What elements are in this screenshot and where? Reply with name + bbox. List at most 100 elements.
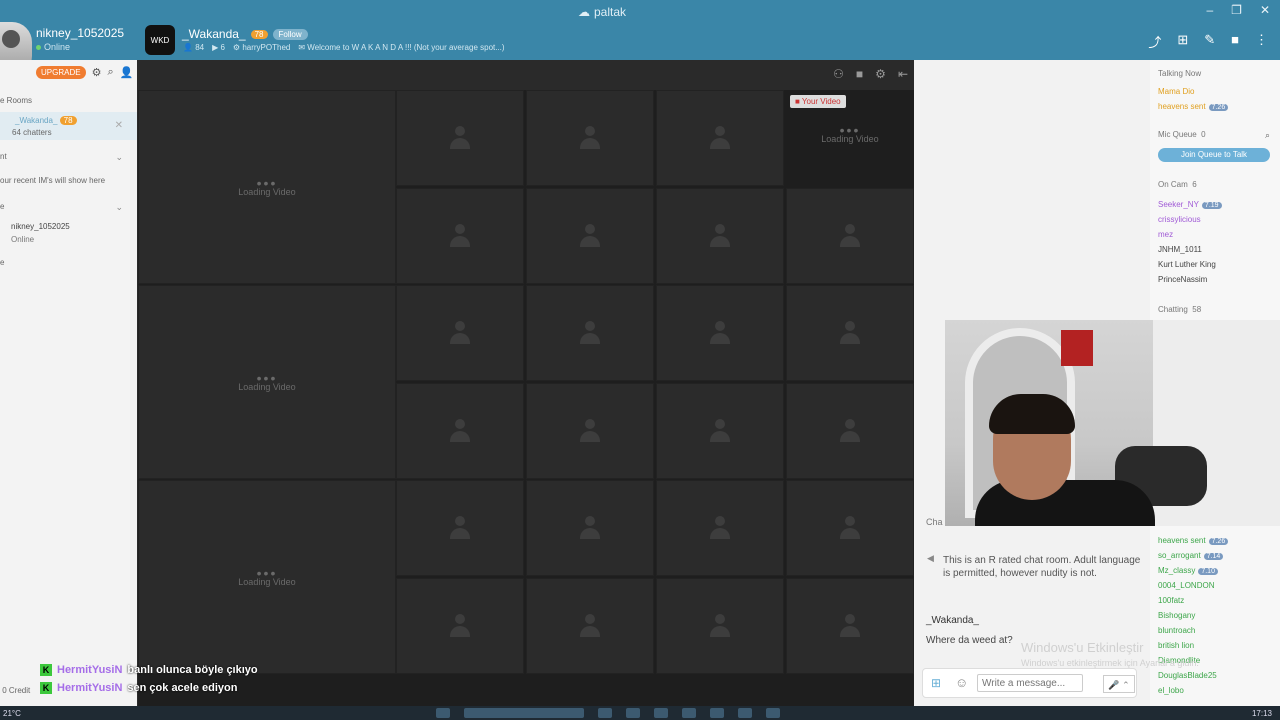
taskbar-search-icon[interactable]	[464, 708, 584, 718]
chrome-icon[interactable]	[682, 708, 696, 718]
add-user-icon[interactable]: 👤	[120, 66, 134, 79]
user-list-item[interactable]: so_arrogant 7.14	[1158, 551, 1224, 560]
video-tile-empty[interactable]	[786, 577, 914, 674]
video-tile-empty[interactable]	[786, 285, 914, 381]
video-tile-empty[interactable]	[526, 90, 654, 186]
weather-widget[interactable]: 21°C	[3, 709, 21, 718]
kick-icon: K	[40, 682, 52, 694]
file-explorer-icon[interactable]	[598, 708, 612, 718]
header-bar: ☁ paltak – ❐ ✕ nikney_1052025 Online WKD…	[0, 0, 1280, 76]
user-list-item[interactable]: el_lobo	[1158, 686, 1184, 695]
gift-icon[interactable]: ⊞	[1177, 32, 1188, 51]
browser-icon[interactable]	[626, 708, 640, 718]
user-list-item[interactable]: bluntroach	[1158, 626, 1195, 635]
camera-icon[interactable]: ■	[1231, 32, 1239, 51]
user-list-item[interactable]: Mama Dio	[1158, 87, 1194, 96]
follow-button[interactable]: Follow	[272, 28, 308, 40]
user-list-item[interactable]: heavens sent 7.26	[1158, 536, 1229, 545]
video-tile-empty[interactable]	[786, 480, 914, 576]
video-tile-empty[interactable]	[526, 480, 654, 576]
video-tile-empty[interactable]	[656, 187, 784, 284]
gear-icon[interactable]: ⚙	[92, 66, 102, 79]
video-tile-empty[interactable]	[396, 285, 524, 381]
video-grid: ⚇ ■ ⚙ ⇤ ••• Loading Video ••• Loading Vide…	[138, 60, 914, 706]
video-tile-empty[interactable]	[396, 382, 524, 479]
search-icon[interactable]: ⌕	[107, 66, 113, 79]
user-list-item[interactable]: PrinceNassim	[1158, 275, 1207, 284]
emoji-icon[interactable]: ☺	[955, 675, 968, 690]
video-tile-empty[interactable]	[396, 480, 524, 576]
video-tile-empty[interactable]	[526, 577, 654, 674]
user-placeholder-icon	[840, 321, 860, 345]
video-tile-large[interactable]: ••• Loading Video	[138, 480, 396, 674]
sidebar-room-wakanda[interactable]: _Wakanda_ 78 64 chatters ✕	[0, 112, 137, 140]
video-tile-large[interactable]: ••• Loading Video	[138, 90, 396, 284]
chat-room-notice: This is an R rated chat room. Adult lang…	[943, 555, 1141, 579]
video-tile-empty[interactable]	[656, 285, 784, 381]
users-icon[interactable]: ⚇	[833, 67, 844, 81]
chevron-down-icon[interactable]: ⌄	[115, 152, 123, 163]
user-list-item[interactable]: crissylicious	[1158, 215, 1201, 224]
close-icon[interactable]: ✕	[1260, 3, 1270, 17]
maximize-icon[interactable]: ❐	[1231, 3, 1242, 17]
message-input[interactable]	[977, 674, 1083, 692]
level-badge: 7.10	[1198, 568, 1218, 575]
user-list-item[interactable]: Kurt Luther King	[1158, 260, 1216, 269]
mic-settings-icon[interactable]: ✎	[1204, 32, 1215, 51]
video-tile-empty[interactable]	[786, 187, 914, 284]
user-list-item[interactable]: Seeker_NY 7.19	[1158, 200, 1222, 209]
user-list-item[interactable]: heavens sent 7.26	[1158, 102, 1229, 111]
user-placeholder-icon	[840, 516, 860, 540]
video-camera-icon[interactable]: ■	[856, 67, 863, 81]
sidebar-room-chatters: 64 chatters	[12, 128, 52, 137]
video-tile-empty[interactable]	[656, 480, 784, 576]
user-list-item[interactable]: british lion	[1158, 641, 1194, 650]
video-tile-empty[interactable]	[396, 90, 524, 186]
video-tile-empty[interactable]	[656, 90, 784, 186]
search-icon[interactable]: ⌕	[1265, 130, 1270, 141]
user-placeholder-icon	[450, 418, 470, 443]
video-tile-empty[interactable]	[396, 577, 524, 674]
user-list-item[interactable]: Mz_classy 7.10	[1158, 566, 1218, 575]
user-list-item[interactable]: Bishogany	[1158, 611, 1195, 620]
video-tile-empty[interactable]	[526, 382, 654, 479]
paltalk-taskbar-icon[interactable]	[766, 708, 780, 718]
friend-item[interactable]: nikney_1052025	[11, 222, 70, 231]
more-icon[interactable]: ⋮	[1255, 32, 1268, 51]
close-room-icon[interactable]: ✕	[115, 120, 123, 131]
mic-button[interactable]: 🎤 ⌃	[1103, 675, 1135, 693]
video-tile-large[interactable]: ••• Loading Video	[138, 285, 396, 479]
settings-icon[interactable]: ⚙	[875, 67, 886, 81]
chevron-down-icon[interactable]: ⌄	[115, 202, 123, 213]
online-dot-icon	[36, 45, 41, 50]
start-icon[interactable]	[436, 708, 450, 718]
share-icon[interactable]: ⤴	[1148, 32, 1161, 51]
user-list-item[interactable]: 100fatz	[1158, 596, 1184, 605]
taskbar-clock[interactable]: 17:13	[1252, 709, 1272, 718]
folder-icon[interactable]	[654, 708, 668, 718]
user-list-item[interactable]: JNHM_1011	[1158, 245, 1202, 254]
user-placeholder-icon	[840, 223, 860, 248]
join-queue-button[interactable]: Join Queue to Talk	[1158, 148, 1270, 162]
user-list-item[interactable]: mez	[1158, 230, 1173, 239]
discord-icon[interactable]	[710, 708, 724, 718]
user-list-item[interactable]: 0004_LONDON	[1158, 581, 1214, 590]
user-list-item[interactable]: DouglasBlade25	[1158, 671, 1217, 680]
video-tile-empty[interactable]	[526, 187, 654, 284]
upgrade-button[interactable]: UPGRADE	[36, 66, 86, 79]
chat-message-author: _Wakanda_	[926, 615, 979, 626]
mic-queue-header: Mic Queue 0	[1158, 130, 1206, 139]
video-tile-empty[interactable]	[656, 577, 784, 674]
user-placeholder-icon	[710, 613, 730, 638]
user-name[interactable]: nikney_1052025	[36, 26, 124, 40]
app-icon[interactable]	[738, 708, 752, 718]
collapse-icon[interactable]: ⇤	[898, 67, 908, 81]
app-title: ☁ paltak	[578, 5, 627, 19]
gift-icon[interactable]: ⊞	[931, 676, 941, 690]
minimize-icon[interactable]: –	[1206, 3, 1213, 17]
video-tile-empty[interactable]	[786, 382, 914, 479]
activation-watermark-sub: Windows'u etkinleştirmek için Ayarlar'a …	[1021, 658, 1199, 668]
video-tile-empty[interactable]	[396, 187, 524, 284]
video-tile-empty[interactable]	[656, 382, 784, 479]
video-tile-empty[interactable]	[526, 285, 654, 381]
